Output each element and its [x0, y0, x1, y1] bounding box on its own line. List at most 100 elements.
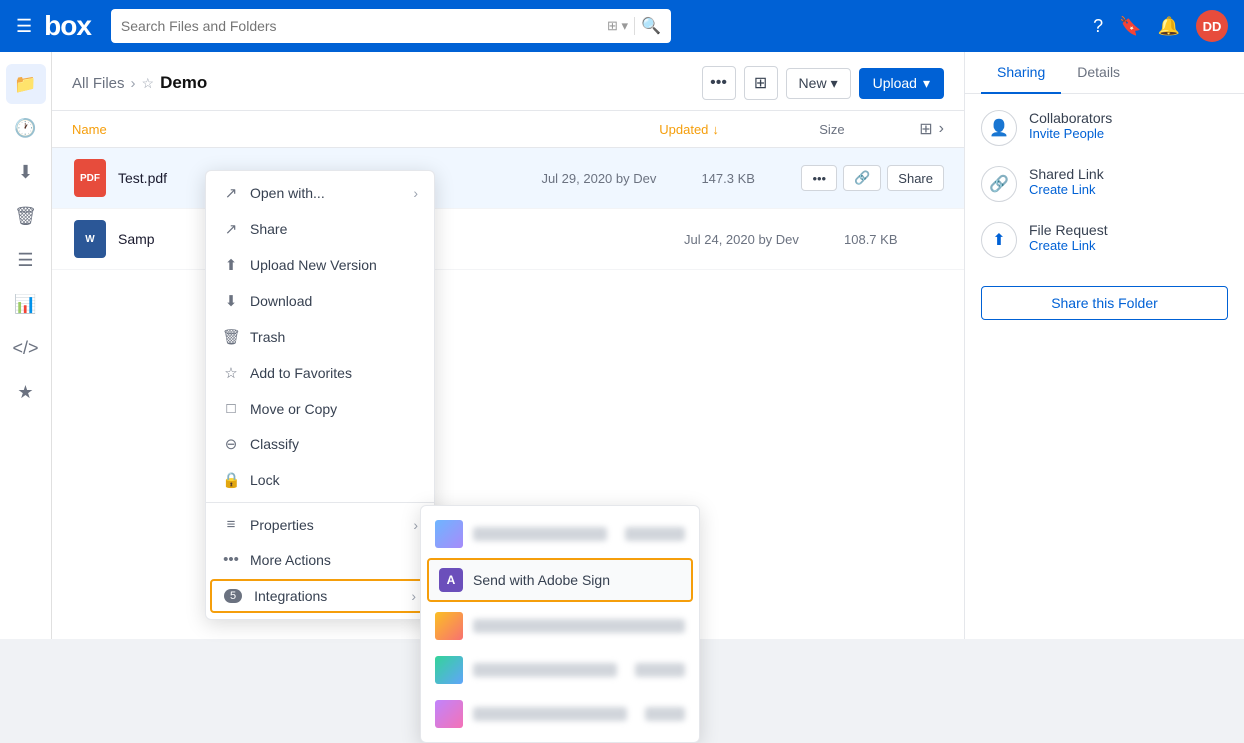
sidebar-item-favorites[interactable]: ★ — [6, 372, 46, 412]
bookmark-icon[interactable]: 🔖 — [1119, 16, 1141, 37]
word-file-icon: W — [72, 219, 108, 259]
sidebar-item-tasks[interactable]: ☰ — [6, 240, 46, 280]
ctx-classify[interactable]: ⊖ Classify — [206, 426, 434, 462]
pdf-file-icon: PDF — [72, 158, 108, 198]
integrations-arrow-icon: › — [411, 588, 416, 604]
ctx-add-favorites[interactable]: ☆ Add to Favorites — [206, 355, 434, 391]
file-updated: Jul 29, 2020 by Dev — [541, 171, 701, 186]
ctx-upload-new-version[interactable]: ⬆ Upload New Version — [206, 247, 434, 283]
adobe-sign-item[interactable]: A Send with Adobe Sign — [427, 558, 693, 602]
box-logo: box — [44, 10, 91, 42]
ctx-integrations-label: Integrations — [254, 588, 327, 604]
new-button[interactable]: New ▾ — [786, 68, 851, 99]
ctx-open-with[interactable]: ↗ Open with... › — [206, 175, 434, 211]
collaborators-icon: 👤 — [981, 110, 1017, 146]
sidebar-item-trash[interactable]: 🗑 — [6, 196, 46, 236]
file-request-text: File Request Create Link — [1029, 222, 1228, 253]
avatar[interactable]: DD — [1196, 10, 1228, 42]
ctx-share-label: Share — [250, 221, 287, 237]
expand-icon[interactable]: › — [939, 120, 944, 138]
upload-button-label: Upload — [873, 75, 917, 91]
create-link-request[interactable]: Create Link — [1029, 238, 1228, 253]
table-header: Name Updated ↓ Size ⊞ › — [52, 111, 964, 148]
thumb-icon-1 — [435, 520, 463, 548]
notification-icon[interactable]: 🔔 — [1158, 16, 1180, 37]
file-row: W Samp Jul 24, 2020 by Dev 108.7 KB — [52, 209, 964, 270]
file-link-button[interactable]: 🔗 — [843, 165, 881, 191]
search-grid-icon: ⊞ ▾ — [607, 18, 628, 34]
toolbar-actions: ••• ⊞ New ▾ Upload ▾ — [702, 66, 944, 100]
invite-people-link[interactable]: Invite People — [1029, 126, 1228, 141]
file-share-button[interactable]: Share — [887, 165, 944, 191]
ctx-lock-label: Lock — [250, 472, 280, 488]
favorites-icon: ☆ — [222, 364, 240, 382]
layout-toggle-button[interactable]: ⊞ — [744, 66, 778, 100]
collaborators-label: Collaborators — [1029, 110, 1228, 126]
file-updated: Jul 24, 2020 by Dev — [684, 232, 844, 247]
help-icon[interactable]: ? — [1093, 16, 1103, 37]
trash-icon: 🗑 — [222, 328, 240, 346]
ctx-integrations[interactable]: 5 Integrations › — [210, 579, 430, 613]
file-request-label: File Request — [1029, 222, 1228, 238]
ctx-properties[interactable]: ≡ Properties › — [206, 507, 434, 542]
menu-icon[interactable]: ☰ — [16, 16, 32, 37]
grid-view-icon[interactable]: ⊞ — [919, 119, 932, 139]
header-actions: ? 🔖 🔔 DD — [1093, 10, 1228, 42]
breadcrumb-current-folder: Demo — [160, 73, 207, 93]
adobe-sign-label: Send with Adobe Sign — [473, 572, 610, 588]
move-icon: □ — [222, 400, 240, 417]
upload-button[interactable]: Upload ▾ — [859, 68, 944, 99]
search-button[interactable]: 🔍 — [641, 16, 661, 36]
sort-arrow: ↓ — [712, 122, 719, 137]
breadcrumb-star-icon[interactable]: ☆ — [142, 75, 155, 92]
share-folder-button[interactable]: Share this Folder — [981, 286, 1228, 320]
sidebar-item-developer[interactable]: </> — [6, 328, 46, 368]
right-panel: Sharing Details 👤 Collaborators Invite P… — [964, 52, 1244, 639]
share-icon: ↗ — [222, 220, 240, 238]
sidebar-item-downloads[interactable]: ⬇ — [6, 152, 46, 192]
adobe-sign-icon: A — [439, 568, 463, 592]
tab-sharing[interactable]: Sharing — [981, 52, 1061, 94]
ctx-move-copy[interactable]: □ Move or Copy — [206, 391, 434, 426]
file-row: PDF Test.pdf Jul 29, 2020 by Dev 147.3 K… — [52, 148, 964, 209]
ctx-share[interactable]: ↗ Share — [206, 211, 434, 247]
properties-icon: ≡ — [222, 516, 240, 533]
open-with-icon: ↗ — [222, 184, 240, 202]
ctx-download-label: Download — [250, 293, 312, 309]
file-size: 147.3 KB — [701, 171, 801, 186]
col-name[interactable]: Name — [72, 122, 659, 137]
blur-text-1 — [473, 527, 607, 541]
search-input[interactable] — [121, 18, 599, 34]
integrations-badge: 5 — [224, 589, 242, 603]
sub-menu-blur-item-2 — [421, 604, 699, 648]
col-updated[interactable]: Updated ↓ — [659, 122, 819, 137]
toolbar: All Files › ☆ Demo ••• ⊞ New ▾ Upload ▾ — [52, 52, 964, 111]
new-button-label: New — [799, 75, 827, 91]
ctx-classify-label: Classify — [250, 436, 299, 452]
table-view-controls: ⊞ › — [919, 119, 944, 139]
blur-text-4b — [645, 707, 685, 721]
tab-details[interactable]: Details — [1061, 52, 1136, 94]
ctx-more-actions[interactable]: ••• More Actions — [206, 542, 434, 577]
shared-link-section: 🔗 Shared Link Create Link — [981, 166, 1228, 202]
create-link-shared[interactable]: Create Link — [1029, 182, 1228, 197]
collaborators-text: Collaborators Invite People — [1029, 110, 1228, 141]
breadcrumb-all-files[interactable]: All Files — [72, 75, 125, 92]
file-more-button[interactable]: ••• — [801, 165, 837, 191]
file-size: 108.7 KB — [844, 232, 944, 247]
properties-arrow-icon: › — [413, 517, 418, 533]
more-options-button[interactable]: ••• — [702, 66, 736, 100]
ctx-download[interactable]: ⬇ Download — [206, 283, 434, 319]
blur-text-4 — [473, 707, 627, 721]
sidebar-item-files[interactable]: 📁 — [6, 64, 46, 104]
sidebar-item-analytics[interactable]: 📊 — [6, 284, 46, 324]
sub-menu-blur-item-1 — [421, 512, 699, 556]
ctx-lock[interactable]: 🔒 Lock — [206, 462, 434, 498]
sidebar-item-recents[interactable]: 🕐 — [6, 108, 46, 148]
ctx-trash[interactable]: 🗑 Trash — [206, 319, 434, 355]
search-bar: ⊞ ▾ 🔍 — [111, 9, 671, 43]
ctx-more-actions-label: More Actions — [250, 552, 331, 568]
breadcrumb: All Files › ☆ Demo — [72, 73, 694, 93]
thumb-icon-4 — [435, 700, 463, 728]
breadcrumb-separator: › — [131, 75, 136, 92]
